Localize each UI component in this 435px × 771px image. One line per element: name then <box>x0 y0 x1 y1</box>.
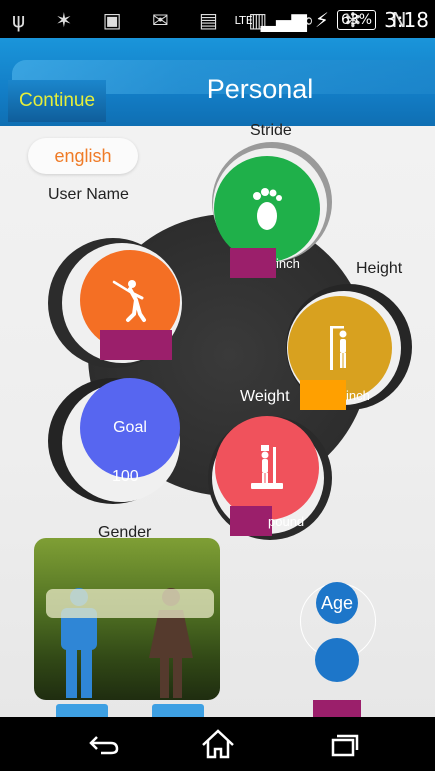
language-selector[interactable]: english <box>28 138 138 174</box>
weight-unit: pound <box>268 514 305 529</box>
continue-button[interactable]: Continue <box>8 80 106 122</box>
recents-icon[interactable] <box>322 727 366 761</box>
age-label: Age <box>316 582 358 624</box>
stride-button[interactable] <box>214 156 320 262</box>
goal-button[interactable]: Goal <box>80 378 180 478</box>
stride-value-box[interactable] <box>230 248 276 278</box>
status-right: LTE ▂▄▆ ⚡ 63% 3:18 <box>234 8 429 32</box>
clock: 3:18 <box>384 8 429 32</box>
footprint-icon <box>247 186 287 232</box>
page-title: Personal <box>206 74 314 104</box>
goal-label: Goal <box>113 419 147 436</box>
gender-selector-bar[interactable] <box>46 589 214 618</box>
battery-indicator: 63% <box>336 10 377 30</box>
user-name-value-box[interactable] <box>100 330 172 360</box>
personal-screen: Continue Personal english Stride User Na… <box>0 38 435 717</box>
weight-value-box[interactable] <box>230 506 272 536</box>
height-measure-icon <box>326 324 354 372</box>
male-button[interactable] <box>56 704 108 717</box>
age-button[interactable] <box>315 638 359 682</box>
charging-icon: ⚡ <box>314 8 329 32</box>
height-unit: inch <box>346 388 370 403</box>
signal-icon: ▂▄▆ <box>260 8 307 32</box>
home-icon[interactable] <box>196 727 240 761</box>
user-name-label: User Name <box>48 186 129 203</box>
weight-button[interactable] <box>215 416 319 520</box>
navigation-bar <box>0 717 435 771</box>
weight-label: Weight <box>240 388 290 405</box>
height-label: Height <box>356 260 403 277</box>
female-button[interactable] <box>152 704 204 717</box>
back-icon[interactable] <box>82 727 126 761</box>
height-value-box[interactable] <box>300 380 346 410</box>
network-label: LTE <box>234 13 253 27</box>
status-bar: ψ ✶ ▣ ✉ ▤ ▥ ∞ ✻ N ◷ LTE ▂▄▆ ⚡ 63% 3:18 <box>0 0 435 56</box>
weight-scale-icon <box>245 443 289 493</box>
goal-value: 100 <box>112 468 139 485</box>
stride-label: Stride <box>250 122 292 139</box>
age-value-box[interactable] <box>313 700 361 717</box>
header-bar: Continue Personal <box>0 38 435 126</box>
stride-unit: inch <box>276 256 300 271</box>
golfer-icon <box>106 276 154 324</box>
gender-panel <box>34 538 220 700</box>
